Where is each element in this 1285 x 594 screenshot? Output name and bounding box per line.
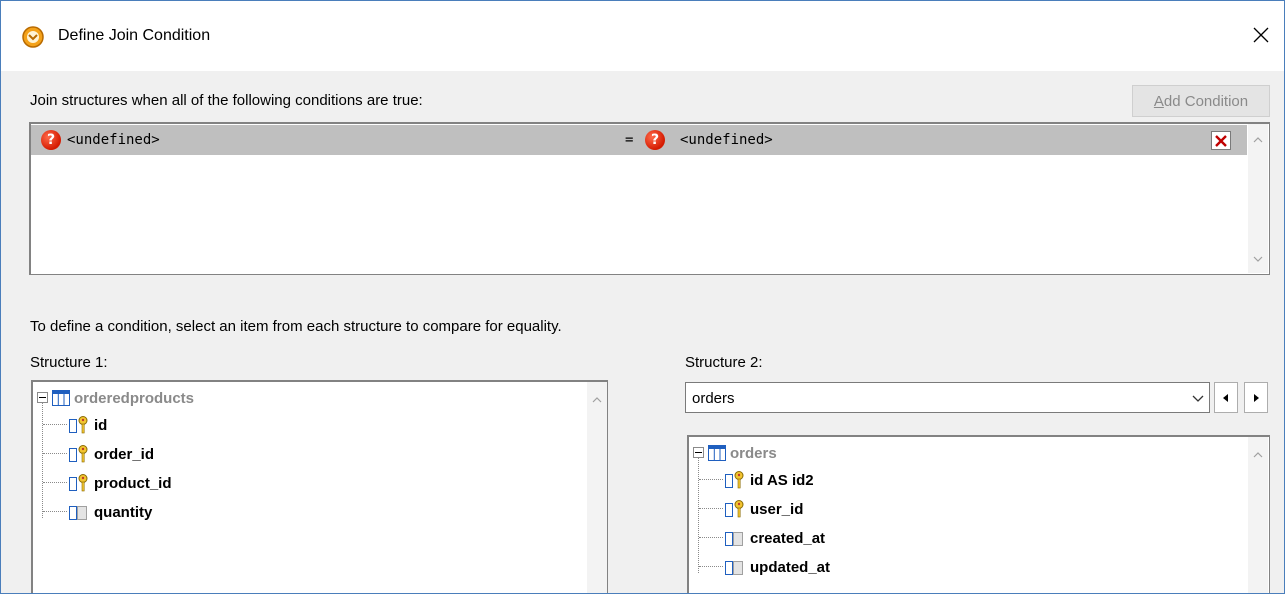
table-icon [708,445,726,461]
structure2-label: Structure 2: [685,354,763,371]
app-logo-icon [22,26,44,48]
add-condition-label: dd Condition [1163,92,1249,110]
tree-node-field[interactable]: created_at [724,527,825,549]
tree-connector [43,482,67,483]
key-field-icon [69,416,88,434]
question-icon: ? [645,130,665,150]
structure1-tree[interactable]: orderedproducts id order_id product_id q… [31,380,608,593]
field-name: product_id [94,474,172,492]
delete-x-icon [1215,134,1227,147]
field-name: id [94,416,108,434]
tree-node-field[interactable]: id [68,414,107,436]
triangle-left-icon [1223,393,1228,402]
tree-connector [699,508,723,509]
add-condition-button[interactable]: Add Condition [1132,85,1270,117]
tree-connector [43,511,67,512]
tree-connector [699,537,723,538]
triangle-right-icon [1254,393,1259,402]
chevron-down-icon [1192,395,1204,402]
field-name: id AS id2 [750,471,814,489]
column-field-icon [725,532,743,546]
tree-node-field[interactable]: updated_at [724,556,830,578]
key-field-icon [69,445,88,463]
tree-connector [43,453,67,454]
table-icon [52,390,70,406]
tree-node-field[interactable]: product_id [68,472,172,494]
scroll-up-arrow-icon[interactable] [1248,445,1268,465]
conditions-scrollbar[interactable] [1248,124,1268,273]
tree-connector [698,458,699,573]
tree-connector [43,424,67,425]
tree-node-field[interactable]: user_id [724,498,803,520]
question-icon: ? [41,130,61,150]
structure2-tree[interactable]: orders id AS id2 user_id created_at upda… [687,435,1270,593]
add-condition-mnemonic: A [1153,92,1164,110]
conditions-label: Join structures when all of the followin… [30,92,423,109]
key-field-icon [725,471,744,489]
column-field-icon [69,506,87,520]
structure1-scrollbar[interactable] [587,382,607,593]
previous-structure-button[interactable] [1214,382,1238,413]
tree-node-table[interactable]: orderedproducts [52,387,194,409]
close-button[interactable] [1238,15,1284,55]
next-structure-button[interactable] [1244,382,1268,413]
close-icon [1253,27,1269,43]
tree-connector [699,566,723,567]
scroll-up-arrow-icon[interactable] [587,390,607,410]
tree-node-field[interactable]: order_id [68,443,154,465]
tree-node-table[interactable]: orders [708,442,777,464]
structure1-label: Structure 1: [30,354,108,371]
title-bar: Define Join Condition [1,1,1284,71]
scroll-down-arrow-icon[interactable] [1248,249,1268,269]
structure2-select[interactable]: orders [685,382,1210,413]
conditions-list[interactable]: ? <undefined> = ? <undefined> [29,122,1270,275]
collapse-icon[interactable] [37,392,48,403]
scroll-up-arrow-icon[interactable] [1248,130,1268,150]
condition-row[interactable]: ? <undefined> = ? <undefined> [31,125,1247,155]
collapse-icon[interactable] [693,447,704,458]
delete-condition-button[interactable] [1211,131,1231,150]
tree-connector [42,403,43,518]
condition-left-operand[interactable]: <undefined> [67,132,160,148]
table-name: orderedproducts [74,389,195,407]
tree-node-field[interactable]: quantity [68,501,152,523]
field-name: order_id [94,445,155,463]
tree-node-field[interactable]: id AS id2 [724,469,814,491]
tree-connector [699,479,723,480]
dialog-title: Define Join Condition [58,27,211,44]
field-name: updated_at [750,558,831,576]
key-field-icon [725,500,744,518]
condition-operator: = [625,132,634,148]
structure2-scrollbar[interactable] [1248,437,1268,593]
field-name: quantity [94,503,153,521]
column-field-icon [725,561,743,575]
instruction-text: To define a condition, select an item fr… [30,318,562,335]
condition-right-operand[interactable]: <undefined> [680,132,773,148]
table-name: orders [730,444,777,462]
structure2-selected-value: orders [692,390,735,407]
field-name: created_at [750,529,826,547]
dialog-window: Define Join Condition Join structures wh… [0,0,1285,594]
field-name: user_id [750,500,804,518]
key-field-icon [69,474,88,492]
